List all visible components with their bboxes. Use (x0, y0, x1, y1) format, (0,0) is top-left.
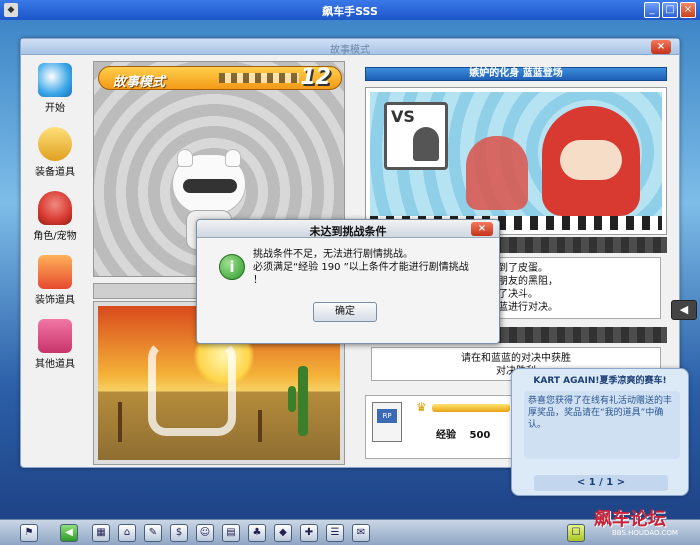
grid-icon[interactable]: ▤ (222, 524, 240, 542)
dialog-title: 未达到挑战条件 (309, 225, 387, 238)
character-head (172, 149, 246, 214)
pen-icon[interactable]: ✉ (352, 524, 370, 542)
box-icon[interactable]: ◆ (274, 524, 292, 542)
collapse-arrow-button[interactable]: ◀ (671, 300, 697, 320)
bear-face (560, 140, 622, 180)
palm-tree-icon (118, 402, 122, 442)
checkered-flag-strip (219, 73, 299, 83)
menu-label: 其他道具 (35, 359, 75, 370)
menu-label: 装备道具 (35, 167, 75, 178)
panel-close-button[interactable]: × (651, 40, 671, 54)
shop-icon[interactable]: $ (170, 524, 188, 542)
trophy-icon: ♛ (416, 400, 427, 414)
dialog-message-line: ！ (253, 275, 263, 286)
bubble-message: 恭喜您获得了在线有礼活动赠送的丰厚奖品，奖品请在“我的道具”中确认。 (524, 391, 680, 459)
reward-box: RP ♛ 经验 500 (365, 395, 515, 459)
challenge-failed-dialog: 未达到挑战条件 × i 挑战条件不足，无法进行剧情挑战。 必须满足“经验 190… (196, 219, 500, 344)
dialog-message: 挑战条件不足，无法进行剧情挑战。 必须满足“经验 190 ”以上条件才能进行剧情… (253, 248, 493, 287)
story-chapter-title: 嫉妒的化身 蓝蓝登场 (365, 67, 667, 81)
panel-header: 故事模式 × (21, 39, 679, 56)
back-arrow-icon[interactable]: ◀ (60, 524, 78, 542)
start-flag-icon[interactable]: ⚑ (20, 524, 38, 542)
home-icon[interactable]: ⌂ (118, 524, 136, 542)
bubble-title: KART AGAIN!夏季凉爽的赛车! (533, 376, 667, 386)
minimize-button[interactable]: _ (644, 2, 660, 18)
vs-label: VS (391, 107, 415, 126)
dialog-message-line: 必须满足“经验 190 ”以上条件才能进行剧情挑战 (253, 262, 469, 273)
menu-label: 装饰道具 (35, 295, 75, 306)
window-titlebar: ◆ 飙车手SSS _ □ × (0, 0, 700, 20)
reward-exp-value: 500 (469, 430, 491, 441)
character-ear (177, 149, 193, 167)
story-scene: VS (370, 92, 662, 230)
level-title: 故事模式 (113, 75, 166, 90)
giftbox-icon (38, 319, 72, 353)
track-outline (148, 340, 236, 436)
cactus-icon (288, 386, 296, 412)
window-controls: _ □ × (644, 2, 696, 18)
menu-item-equipment[interactable]: 装备道具 (27, 127, 83, 187)
dialog-close-button[interactable]: × (471, 222, 493, 236)
side-menu: 开始 装备道具 角色/宠物 装饰道具 其他道具 (27, 63, 83, 383)
palm-tree-icon (258, 410, 262, 442)
story-illustration: VS (365, 87, 667, 235)
window-close-button[interactable]: × (680, 2, 696, 18)
character-icon[interactable]: ☺ (196, 524, 214, 542)
menu-item-character-pet[interactable]: 角色/宠物 (27, 191, 83, 251)
reward-exp-label: 经验 (436, 430, 456, 441)
play-disc-icon (38, 63, 72, 97)
bubble-pager[interactable]: < 1 / 1 > (534, 475, 668, 491)
dialog-message-line: 挑战条件不足，无法进行剧情挑战。 (253, 249, 413, 260)
menu-item-decoration[interactable]: 装饰道具 (27, 255, 83, 315)
event-notification-bubble: KART AGAIN!夏季凉爽的赛车! 恭喜您获得了在线有礼活动赠送的丰厚奖品，… (511, 368, 689, 496)
level-number: 12 (300, 65, 331, 90)
shirt-icon (38, 255, 72, 289)
bear-racer-small (466, 136, 528, 210)
vs-card: VS (384, 102, 448, 170)
menu-item-other[interactable]: 其他道具 (27, 319, 83, 379)
calendar-icon[interactable]: ▦ (92, 524, 110, 542)
cards-icon[interactable]: ♣ (248, 524, 266, 542)
info-icon: i (219, 254, 245, 280)
level-banner: 故事模式 12 (98, 65, 342, 90)
reward-flag-label: RP (377, 409, 397, 423)
maximize-button[interactable]: □ (662, 2, 678, 18)
ok-button[interactable]: 确定 (313, 302, 377, 322)
watermark-logo: 飙车论坛 (594, 509, 666, 530)
reward-flag-icon: RP (372, 402, 402, 442)
character-ear (225, 149, 241, 167)
bear-racer-large (542, 106, 640, 216)
reward-bar (432, 404, 510, 412)
menu-item-start[interactable]: 开始 (27, 63, 83, 123)
watermark-url: BBS.HOUDAO.COM (612, 529, 678, 537)
book-icon[interactable]: ☰ (326, 524, 344, 542)
dialog-header: 未达到挑战条件 × (197, 220, 499, 238)
panel-title: 故事模式 (330, 45, 370, 56)
person-silhouette-icon (413, 127, 439, 161)
chat-icon[interactable]: ☐ (567, 524, 585, 542)
menu-label: 角色/宠物 (33, 231, 77, 242)
wrench-icon[interactable]: ✎ (144, 524, 162, 542)
window-title: 飙车手SSS (322, 5, 378, 18)
mushroom-icon (38, 191, 72, 225)
goggles-icon (38, 127, 72, 161)
menu-label: 开始 (45, 103, 65, 114)
reward-exp: 经验 500 (436, 426, 490, 441)
cactus-icon (298, 366, 308, 436)
pass-icon[interactable]: ✚ (300, 524, 318, 542)
condition-line: 请在和蓝蓝的对决中获胜 (461, 353, 571, 364)
character-goggles (183, 179, 237, 193)
